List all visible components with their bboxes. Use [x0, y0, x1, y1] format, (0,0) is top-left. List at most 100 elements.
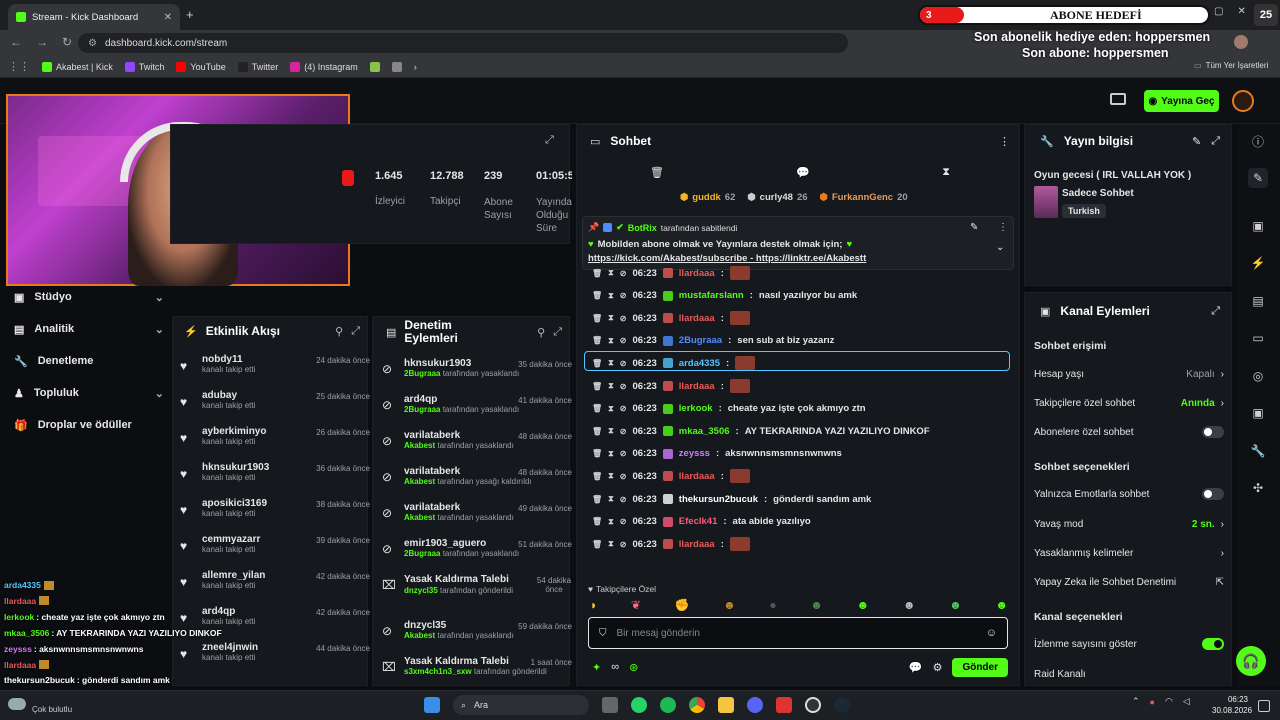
dark-emote[interactable]: ●	[769, 598, 776, 612]
screen-icon[interactable]	[1110, 93, 1126, 105]
pinned-author[interactable]: BotRix	[628, 223, 657, 233]
mod-target[interactable]: dnzycl35	[404, 620, 514, 631]
bookmark-extra-2[interactable]	[391, 61, 402, 72]
mod-by[interactable]: Akabest	[404, 513, 435, 522]
expand-icon[interactable]: ⤢	[1211, 305, 1220, 318]
linktree-link[interactable]: https://linktr.ee/Akabestt	[756, 253, 866, 264]
puzzle-icon[interactable]: ✣	[1248, 478, 1268, 498]
mod-target[interactable]: Yasak Kaldırma Talebi	[404, 656, 547, 667]
filter-icon[interactable]: ⚲	[335, 325, 343, 338]
door-icon[interactable]: ▣	[1248, 403, 1268, 423]
message-user[interactable]: 2Bugraaa	[679, 335, 722, 346]
wifi-icon[interactable]: ◠	[1165, 696, 1173, 707]
activity-user[interactable]: allemre_yilan	[202, 570, 265, 581]
delete-message-icon[interactable]: 🗑	[592, 314, 602, 323]
mic-icon[interactable]: ●	[1150, 697, 1155, 707]
user-menu-avatar[interactable]	[1232, 90, 1254, 112]
activity-user[interactable]: aposikici3169	[202, 498, 267, 509]
ban-icon[interactable]: ⊘	[620, 314, 627, 323]
delete-message-icon[interactable]: 🗑	[592, 540, 602, 549]
gifter-item[interactable]: ⬢ FurkannGenc 20	[820, 192, 908, 203]
reload-icon[interactable]: ↻	[62, 35, 72, 49]
thumbs-emote[interactable]: ✊	[675, 598, 690, 612]
subscribe-link[interactable]: https://kick.com/Akabest/subscribe	[588, 253, 747, 264]
message-user[interactable]: llardaaa	[679, 381, 715, 392]
edit-icon[interactable]: ✎	[1192, 135, 1201, 148]
timeout-icon[interactable]: ⧗	[608, 268, 614, 278]
mod-target[interactable]: varilataberk	[404, 502, 514, 513]
more-options-icon[interactable]: ⋮	[999, 135, 1010, 148]
chat-icon[interactable]: ▭	[1248, 328, 1268, 348]
spotify-icon[interactable]	[660, 697, 676, 713]
taskbar-search[interactable]: ⌕ Ara	[453, 695, 589, 715]
message-user[interactable]: lerkook	[679, 403, 713, 414]
info-icon[interactable]: ⓘ	[1248, 131, 1268, 151]
points-icon[interactable]: ✦	[592, 661, 601, 674]
account-age-option[interactable]: Hesap yaşı Kapalı ›	[1034, 364, 1224, 384]
pinned-collapse-icon[interactable]: ⌄	[996, 242, 1004, 253]
emotes-only-toggle[interactable]	[1202, 488, 1224, 500]
ban-icon[interactable]: ⊘	[620, 382, 627, 391]
folder-icon[interactable]	[718, 697, 734, 713]
unpin-icon[interactable]: ✎	[970, 222, 978, 233]
send-button[interactable]: Gönder	[952, 657, 1008, 677]
timeout-icon[interactable]: ⧗	[608, 291, 614, 301]
delete-message-icon[interactable]: 🗑	[592, 404, 602, 413]
pinned-more-icon[interactable]: ⋮	[998, 222, 1008, 233]
timeout-icon[interactable]: ⧗	[608, 426, 614, 436]
activity-user[interactable]: cemmyazarr	[202, 534, 260, 545]
message-user[interactable]: llardaaa	[679, 313, 715, 324]
ban-icon[interactable]: ⊘	[620, 336, 627, 345]
ban-icon[interactable]: ⊘	[620, 449, 627, 458]
show-views-toggle[interactable]	[1202, 638, 1224, 650]
delete-message-icon[interactable]: 🗑	[592, 427, 602, 436]
banned-words-option[interactable]: Yasaklanmış kelimeler ›	[1034, 543, 1224, 563]
maximize-icon[interactable]: ▢	[1214, 6, 1223, 17]
ban-icon[interactable]: ⊘	[620, 404, 627, 413]
followers-chat-option[interactable]: Takipçilere özel sohbet Anında ›	[1034, 393, 1224, 413]
mod-by[interactable]: 2Bugraaa	[404, 405, 440, 414]
mod-target[interactable]: varilataberk	[404, 466, 532, 477]
message-user[interactable]: zeysss	[679, 448, 710, 459]
target-icon[interactable]: ◎	[1248, 366, 1268, 386]
activity-user[interactable]: ard4qp	[202, 606, 255, 617]
chat-settings-bubble-icon[interactable]: 💬	[909, 661, 923, 674]
support-button[interactable]: 🎧	[1236, 646, 1266, 676]
mod-by[interactable]: Akabest	[404, 477, 435, 486]
chat-input[interactable]: ⛉ Bir mesaj gönderin ☺	[588, 617, 1008, 649]
delete-message-icon[interactable]: 🗑	[592, 495, 602, 504]
activity-user[interactable]: adubay	[202, 390, 255, 401]
ban-icon[interactable]: ⊘	[620, 495, 627, 504]
whatsapp-icon[interactable]	[631, 697, 647, 713]
frog-emote[interactable]: ☻	[810, 598, 823, 612]
timeout-icon[interactable]: ⧗	[608, 471, 614, 481]
kick-emote[interactable]: ☻	[857, 598, 870, 612]
ban-icon[interactable]: ⊘	[620, 540, 627, 549]
profile-avatar[interactable]	[1234, 35, 1248, 49]
expand-icon[interactable]: ⤢	[351, 325, 360, 338]
mod-by[interactable]: 2Bugraaa	[404, 549, 440, 558]
timeout-icon[interactable]: ⧗	[608, 539, 614, 549]
raid-channel-option[interactable]: Raid Kanalı	[1034, 664, 1224, 684]
bolt-icon[interactable]: ⚡	[1248, 253, 1268, 273]
mod-target[interactable]: hknsukur1903	[404, 358, 519, 369]
message-user[interactable]: llardaaa	[679, 539, 715, 550]
banana-emote[interactable]: ◗	[590, 598, 597, 612]
notification-icon[interactable]	[1258, 700, 1270, 712]
nav-drops[interactable]: 🎁 Droplar ve ödüller	[14, 414, 164, 436]
timeout-icon[interactable]: ⧗	[608, 494, 614, 504]
mod-by[interactable]: s3xm4ch1n3_sxw	[404, 667, 472, 676]
bookmark-youtube[interactable]: YouTube	[176, 61, 226, 72]
more-bookmarks-icon[interactable]: ›	[414, 62, 417, 72]
wrench-icon[interactable]: 🔧	[1248, 441, 1268, 461]
nav-analytics[interactable]: ▤ Analitik ⌄	[14, 318, 164, 340]
timeout-icon[interactable]: ⧗	[608, 449, 614, 459]
timeout-icon[interactable]: ⧗	[608, 404, 614, 414]
kick-coin-icon[interactable]: ⊛	[629, 661, 638, 674]
slow-mode-option[interactable]: Yavaş mod 2 sn. ›	[1034, 514, 1224, 534]
back-icon[interactable]: ←	[10, 35, 22, 49]
ban-icon[interactable]: ⊘	[620, 291, 627, 300]
tray-chevron-icon[interactable]: ⌃	[1132, 696, 1140, 707]
camera-icon[interactable]: ▣	[1248, 216, 1268, 236]
trash-icon[interactable]: 🗑	[650, 166, 664, 179]
